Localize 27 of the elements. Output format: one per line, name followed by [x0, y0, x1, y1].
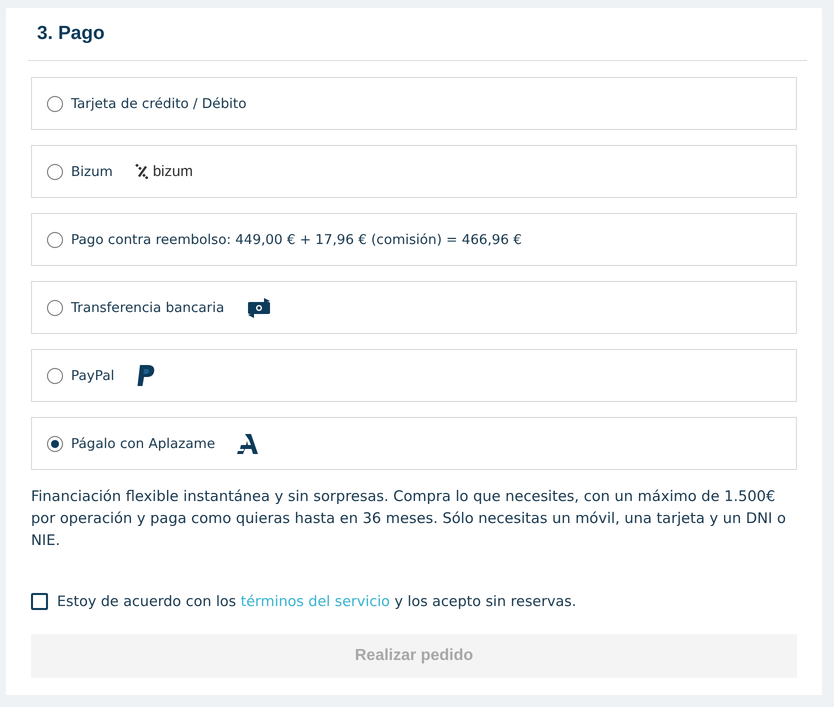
radio-button[interactable] [47, 300, 63, 316]
payment-option[interactable]: Págalo con Aplazame [31, 417, 797, 470]
paypal-logo-icon [136, 365, 156, 386]
payment-option[interactable]: Bizum bizum [31, 145, 797, 198]
bizum-logo-icon [134, 164, 149, 179]
payment-option[interactable]: Tarjeta de crédito / Débito [31, 77, 797, 130]
terms-checkbox[interactable] [31, 593, 48, 610]
option-label: Transferencia bancaria [71, 300, 224, 316]
option-label: Bizum [71, 164, 113, 180]
option-label: Pago contra reembolso: 449,00 € + 17,96 € (comisión) = 466,96 € [71, 232, 522, 248]
terms-text: Estoy de acuerdo con los términos del servicio y los acepto sin reservas. [57, 594, 576, 610]
bizum-logo-text: bizum [152, 163, 193, 180]
money-transfer-icon [246, 298, 272, 318]
radio-button[interactable] [47, 232, 63, 248]
option-label: Págalo con Aplazame [71, 436, 216, 452]
option-label: PayPal [71, 368, 114, 384]
radio-button[interactable] [47, 368, 63, 384]
payment-option[interactable]: PayPal [31, 349, 797, 402]
financing-description: Financiación flexible instantánea y sin sorpresas. Compra lo que necesites, con un máximo de 1.500€ por operación y paga como quieras hasta en 36 meses. Sólo necesitas un móvil, una tarjeta y un DNI o NIE. [31, 487, 787, 551]
payment-option[interactable]: Transferencia bancaria [31, 281, 797, 334]
radio-button[interactable] [47, 96, 63, 112]
section-title: 3. Pago [37, 22, 105, 46]
aplazame-logo-icon [237, 434, 260, 454]
radio-button[interactable] [47, 164, 63, 180]
radio-button[interactable] [47, 436, 63, 452]
payment-option[interactable]: Pago contra reembolso: 449,00 € + 17,96 € (comisión) = 466,96 € [31, 213, 797, 266]
option-label: Tarjeta de crédito / Débito [71, 96, 246, 112]
